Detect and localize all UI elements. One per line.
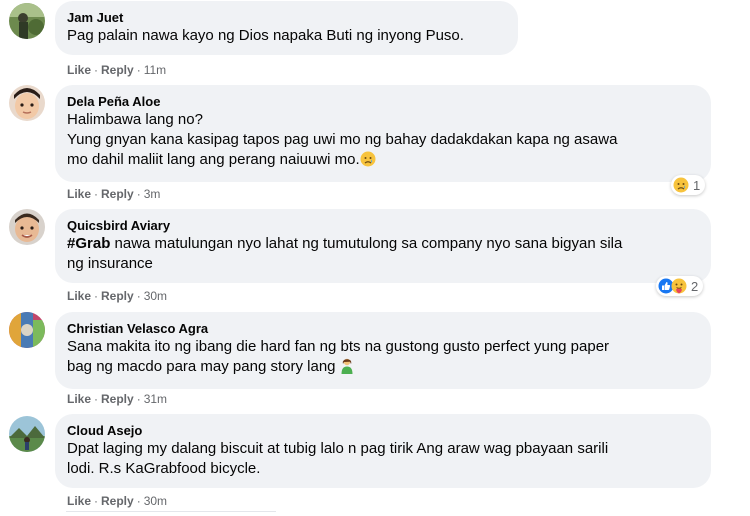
comment-text-body: nawa matulungan nyo lahat ng tumutulong … bbox=[67, 235, 623, 272]
avatar[interactable] bbox=[9, 85, 45, 121]
comment-timestamp[interactable]: 11m bbox=[144, 63, 166, 77]
comment-author[interactable]: Quicsbird Aviary bbox=[67, 217, 699, 234]
comment-actions: Like · Reply · 11m bbox=[67, 62, 166, 78]
comment-author[interactable]: Dela Peña Aloe bbox=[67, 93, 699, 110]
avatar-photo-outdoor-icon bbox=[9, 3, 45, 39]
avatar[interactable] bbox=[9, 312, 45, 348]
comment-text: Dpat laging my dalang biscuit at tubig l… bbox=[67, 440, 609, 477]
reply-link[interactable]: Reply bbox=[101, 392, 134, 406]
reaction-summary[interactable]: 1 bbox=[671, 175, 706, 195]
avatar-photo-colorful-icon bbox=[9, 312, 45, 348]
separator: · bbox=[94, 289, 99, 303]
reaction-summary[interactable]: 2 bbox=[656, 276, 704, 296]
comment-bubble: Cloud Asejo Dpat laging my dalang biscui… bbox=[55, 414, 711, 488]
comment-text-body: Sana makita ito ng ibang die hard fan ng… bbox=[67, 338, 610, 375]
comment-timestamp[interactable]: 3m bbox=[144, 187, 161, 201]
comment-actions: Like · Reply · 30m bbox=[67, 288, 167, 304]
comment-author[interactable]: Christian Velasco Agra bbox=[67, 320, 699, 337]
comment-actions: Like · Reply · 31m bbox=[67, 391, 167, 407]
avatar-photo-landscape-icon bbox=[9, 416, 45, 452]
comment-actions: Like · Reply · 3m bbox=[67, 186, 160, 202]
avatar-photo-child-icon bbox=[9, 85, 45, 121]
reply-link[interactable]: Reply bbox=[101, 289, 134, 303]
reply-link[interactable]: Reply bbox=[101, 187, 134, 201]
comment-timestamp[interactable]: 30m bbox=[144, 494, 167, 508]
comment-bubble: Dela Peña Aloe Halimbawa lang no? Yung g… bbox=[55, 85, 711, 182]
person-emoji-icon bbox=[340, 358, 354, 380]
like-link[interactable]: Like bbox=[67, 289, 91, 303]
comment-bubble: Christian Velasco Agra Sana makita ito n… bbox=[55, 312, 711, 389]
separator: · bbox=[94, 494, 99, 508]
separator: · bbox=[136, 494, 141, 508]
comment-bubble: Jam Juet Pag palain nawa kayo ng Dios na… bbox=[55, 1, 518, 55]
reaction-count: 2 bbox=[691, 278, 699, 294]
separator: · bbox=[94, 392, 99, 406]
separator: · bbox=[136, 289, 141, 303]
avatar[interactable] bbox=[9, 416, 45, 452]
separator: · bbox=[136, 392, 141, 406]
like-link[interactable]: Like bbox=[67, 392, 91, 406]
comment-text: #Grab nawa matulungan nyo lahat ng tumut… bbox=[67, 234, 699, 274]
care-reaction-icon bbox=[671, 278, 687, 294]
like-link[interactable]: Like bbox=[67, 494, 91, 508]
like-link[interactable]: Like bbox=[67, 63, 91, 77]
comment-bubble: Quicsbird Aviary #Grab nawa matulungan n… bbox=[55, 209, 711, 283]
sad-reaction-icon bbox=[673, 177, 689, 193]
comment-text: Pag palain nawa kayo ng Dios napaka Buti… bbox=[67, 27, 464, 44]
like-link[interactable]: Like bbox=[67, 187, 91, 201]
avatar[interactable] bbox=[9, 3, 45, 39]
comment-text: Halimbawa lang no? Yung gnyan kana kasip… bbox=[67, 110, 699, 173]
reply-link[interactable]: Reply bbox=[101, 494, 134, 508]
hashtag-link[interactable]: #Grab bbox=[67, 235, 110, 252]
avatar[interactable] bbox=[9, 209, 45, 245]
separator: · bbox=[94, 187, 99, 201]
comment-text: Sana makita ito ng ibang die hard fan ng… bbox=[67, 337, 699, 380]
reaction-count: 1 bbox=[693, 177, 701, 193]
comment-actions: Like · Reply · 30m bbox=[67, 493, 167, 509]
divider bbox=[66, 511, 276, 512]
comment-author[interactable]: Jam Juet bbox=[67, 9, 506, 26]
reply-link[interactable]: Reply bbox=[101, 63, 134, 77]
comment-author[interactable]: Cloud Asejo bbox=[67, 422, 699, 439]
separator: · bbox=[94, 63, 99, 77]
separator: · bbox=[136, 187, 141, 201]
comment-text-body: Halimbawa lang no? Yung gnyan kana kasip… bbox=[67, 111, 618, 168]
comment-timestamp[interactable]: 31m bbox=[144, 392, 167, 406]
sad-tear-emoji-icon bbox=[360, 151, 376, 173]
separator: · bbox=[136, 63, 141, 77]
comment-timestamp[interactable]: 30m bbox=[144, 289, 167, 303]
avatar-photo-child-icon bbox=[9, 209, 45, 245]
